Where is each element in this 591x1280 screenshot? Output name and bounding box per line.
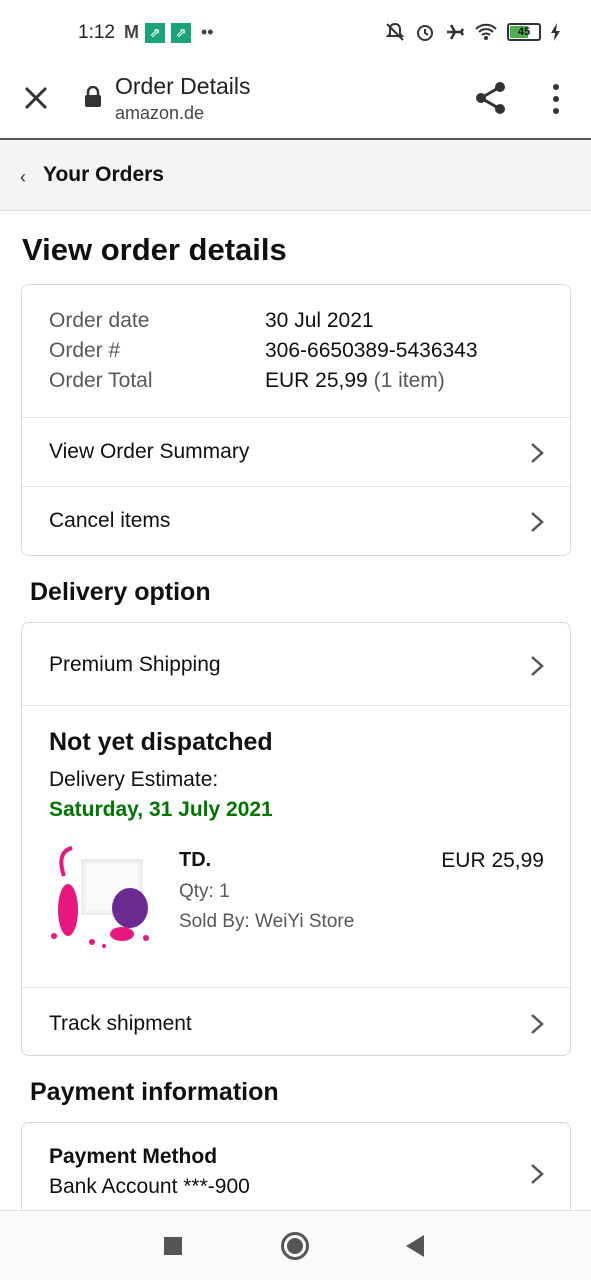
close-icon[interactable]	[20, 82, 52, 114]
payment-method-title: Payment Method	[49, 1145, 218, 1168]
view-order-summary-link[interactable]: View Order Summary	[22, 417, 570, 486]
back-icon[interactable]	[406, 1235, 424, 1257]
status-bar: 1:12 M ⇗ ⇗ •• 45	[0, 0, 591, 62]
delivery-section-title: Delivery option	[30, 578, 211, 606]
order-date-value: 30 Jul 2021	[265, 309, 374, 332]
shipping-option-link[interactable]: Premium Shipping	[22, 623, 570, 705]
order-meta: Order date 30 Jul 2021 Order # 306-66503…	[22, 285, 570, 417]
order-number-label: Order #	[49, 339, 121, 362]
shipment-details: Not yet dispatched Delivery Estimate: Sa…	[22, 705, 570, 987]
breadcrumb[interactable]: ‹ Your Orders	[0, 141, 591, 211]
track-shipment-link[interactable]: Track shipment	[22, 987, 570, 1055]
chevron-right-icon	[531, 512, 544, 532]
android-nav-bar	[0, 1210, 591, 1280]
payment-section-title: Payment information	[30, 1078, 279, 1106]
product-seller: Sold By: WeiYi Store	[179, 911, 355, 932]
notification-icons: M ⇗ ⇗ ••	[124, 22, 214, 43]
track-shipment-label: Track shipment	[49, 1012, 192, 1035]
delivery-estimate-date: Saturday, 31 July 2021	[49, 798, 273, 821]
order-total-value: EUR 25,99 (1 item)	[265, 369, 445, 392]
alarm-icon	[417, 25, 433, 41]
app-notification-icon: ⇗	[145, 22, 165, 43]
order-total-label: Order Total	[49, 369, 153, 392]
delivery-estimate-label: Delivery Estimate:	[49, 768, 219, 791]
app-notification-icon-2: ⇗	[171, 22, 191, 43]
chevron-right-icon	[531, 443, 544, 463]
wifi-icon	[475, 23, 497, 40]
view-order-summary-label: View Order Summary	[49, 440, 250, 463]
home-icon[interactable]	[281, 1232, 309, 1260]
order-date-label: Order date	[49, 309, 150, 332]
recent-apps-icon[interactable]	[164, 1237, 182, 1255]
order-total-items: (1 item)	[373, 369, 445, 392]
order-number-value: 306-6650389-5436343	[265, 339, 478, 362]
chevron-left-icon: ‹	[20, 167, 26, 187]
payment-method-value: Bank Account ***-900	[49, 1175, 250, 1198]
chevron-right-icon	[531, 656, 544, 676]
more-options-icon[interactable]	[548, 82, 564, 116]
more-notifications-icon: ••	[201, 22, 214, 42]
page-title: View order details	[22, 232, 287, 267]
cancel-items-label: Cancel items	[49, 509, 171, 532]
shipment-status: Not yet dispatched	[49, 728, 273, 756]
charging-icon	[551, 23, 560, 41]
product-price: EUR 25,99	[441, 849, 544, 872]
browser-url[interactable]: amazon.de	[115, 103, 204, 124]
product-image[interactable]	[46, 846, 158, 956]
gmail-icon: M	[124, 22, 139, 42]
battery-icon: 45	[507, 23, 541, 41]
breadcrumb-your-orders[interactable]: Your Orders	[43, 163, 164, 187]
cancel-items-link[interactable]: Cancel items	[22, 486, 570, 555]
product-title[interactable]: TD.	[179, 849, 211, 872]
status-time: 1:12	[78, 22, 115, 43]
product-quantity: Qty: 1	[179, 881, 230, 902]
airplane-icon	[447, 24, 465, 40]
chevron-right-icon	[531, 1164, 544, 1184]
lock-icon[interactable]	[84, 86, 102, 108]
browser-toolbar: Order Details amazon.de	[0, 62, 591, 140]
chevron-right-icon	[531, 1014, 544, 1034]
browser-page-title: Order Details	[115, 73, 251, 99]
shipping-option-label: Premium Shipping	[49, 653, 221, 676]
order-info-card: Order date 30 Jul 2021 Order # 306-66503…	[21, 284, 571, 556]
system-icons: 45	[385, 22, 561, 42]
share-icon[interactable]	[474, 80, 508, 116]
delivery-card: Premium Shipping Not yet dispatched Deli…	[21, 622, 571, 1056]
mute-icon	[385, 22, 405, 41]
